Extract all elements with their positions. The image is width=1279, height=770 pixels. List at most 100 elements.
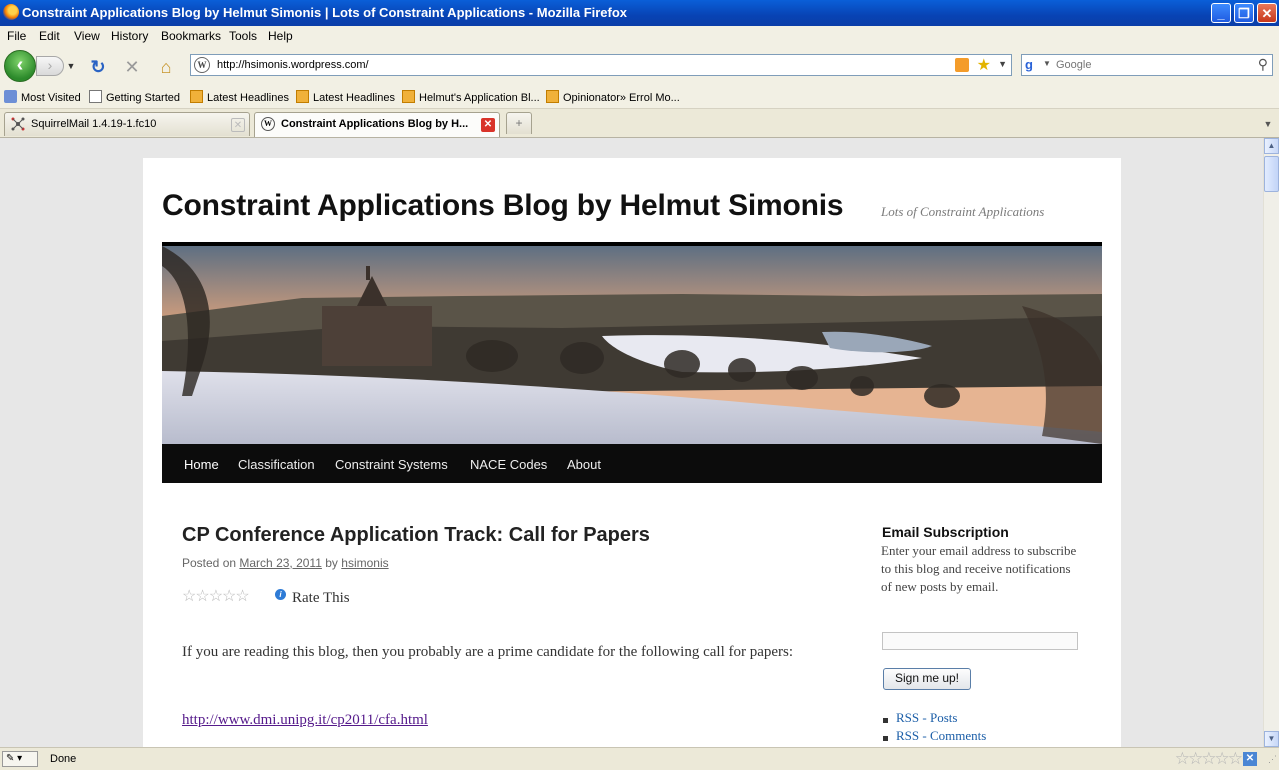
engine-dropdown-icon[interactable]: ▼ bbox=[1043, 59, 1051, 68]
rss-posts-link[interactable]: RSS - Posts bbox=[896, 710, 957, 726]
url-dropdown-icon[interactable]: ▼ bbox=[998, 59, 1007, 69]
close-tab-icon[interactable]: ✕ bbox=[481, 118, 495, 132]
scroll-down-icon[interactable]: ▼ bbox=[1264, 731, 1279, 747]
wordpress-favicon-icon: W bbox=[194, 57, 210, 73]
tab-list-dropdown-icon[interactable]: ▼ bbox=[1261, 115, 1275, 133]
navigation-toolbar: ‹ › ▼ ↻ ✕ ⌂ W http://hsimonis.wordpress.… bbox=[0, 46, 1279, 86]
bookmark-most-visited[interactable]: Most Visited bbox=[4, 90, 81, 104]
post-date-link[interactable]: March 23, 2011 bbox=[239, 556, 322, 570]
scrollbar-thumb[interactable] bbox=[1264, 156, 1279, 192]
post-title[interactable]: CP Conference Application Track: Call fo… bbox=[182, 524, 650, 547]
email-subscription-text: Enter your email address to subscribe to… bbox=[881, 543, 1077, 594]
stop-button[interactable]: ✕ bbox=[121, 56, 143, 78]
close-button[interactable]: ✕ bbox=[1257, 3, 1277, 23]
addon-rating-stars-icon[interactable]: ☆☆☆☆☆ bbox=[1175, 749, 1243, 769]
nav-nace-codes[interactable]: NACE Codes bbox=[470, 457, 547, 472]
most-visited-icon bbox=[4, 90, 17, 103]
bookmark-opinionator[interactable]: Opinionator» Errol Mo... bbox=[546, 90, 680, 104]
rss-feed-icon[interactable] bbox=[955, 58, 969, 72]
rss-icon bbox=[546, 90, 559, 103]
menu-view[interactable]: View bbox=[74, 29, 100, 43]
status-text: Done bbox=[50, 753, 77, 765]
title-bar: Constraint Applications Blog by Helmut S… bbox=[0, 0, 1279, 26]
history-dropdown-icon[interactable]: ▼ bbox=[65, 57, 77, 75]
email-field[interactable] bbox=[882, 632, 1078, 650]
url-text[interactable]: http://hsimonis.wordpress.com/ bbox=[217, 59, 369, 71]
sign-me-up-button[interactable]: Sign me up! bbox=[883, 668, 971, 690]
firefox-logo-icon bbox=[3, 4, 19, 20]
tab-label: Constraint Applications Blog by H... bbox=[281, 118, 469, 130]
wordpress-icon: W bbox=[261, 117, 275, 131]
vertical-scrollbar[interactable]: ▲ ▼ bbox=[1263, 138, 1279, 747]
menu-file[interactable]: File bbox=[7, 29, 26, 43]
main-navigation: Home Classification Constraint Systems N… bbox=[162, 444, 1102, 483]
google-engine-icon[interactable]: g bbox=[1025, 57, 1041, 73]
reload-button[interactable]: ↻ bbox=[87, 56, 109, 78]
email-subscription-title: Email Subscription bbox=[882, 524, 1009, 540]
site-description: Lots of Constraint Applications bbox=[881, 204, 1045, 219]
maximize-button[interactable]: ❐ bbox=[1234, 3, 1254, 23]
close-tab-icon[interactable]: ✕ bbox=[231, 118, 245, 132]
tab-label: SquirrelMail 1.4.19-1.fc10 bbox=[31, 118, 157, 130]
star-icon[interactable]: ☆ bbox=[182, 588, 196, 605]
by-label: by bbox=[325, 556, 338, 570]
star-icon[interactable]: ☆ bbox=[235, 588, 249, 605]
nav-classification[interactable]: Classification bbox=[238, 457, 315, 472]
bookmark-latest-headlines-2[interactable]: Latest Headlines bbox=[296, 90, 395, 104]
menu-bookmarks[interactable]: Bookmarks bbox=[161, 29, 221, 43]
page-icon bbox=[89, 90, 102, 103]
rate-this-label: Rate This bbox=[292, 590, 350, 606]
site-title[interactable]: Constraint Applications Blog by Helmut S… bbox=[162, 189, 844, 223]
star-icon[interactable]: ☆ bbox=[222, 588, 236, 605]
tab-constraint-blog[interactable]: W Constraint Applications Blog by H... ✕ bbox=[254, 112, 500, 137]
menu-edit[interactable]: Edit bbox=[39, 29, 60, 43]
nav-home[interactable]: Home bbox=[184, 457, 219, 472]
list-bullet bbox=[883, 736, 888, 741]
minimize-button[interactable]: _ bbox=[1211, 3, 1231, 23]
bookmarks-toolbar: Most Visited Getting Started Latest Head… bbox=[0, 86, 1279, 109]
status-bar: ✎ ▾ Done ☆☆☆☆☆ ✕ ⋰ bbox=[0, 747, 1279, 770]
search-icon[interactable]: ⚲ bbox=[1258, 56, 1268, 73]
home-button[interactable]: ⌂ bbox=[155, 56, 177, 78]
menu-tools[interactable]: Tools bbox=[229, 29, 257, 43]
rss-comments-link[interactable]: RSS - Comments bbox=[896, 728, 986, 744]
info-icon[interactable]: i bbox=[275, 589, 286, 600]
post-meta: Posted on March 23, 2011 by hsimonis bbox=[182, 556, 389, 570]
menu-help[interactable]: Help bbox=[268, 29, 293, 43]
menu-bar: File Edit View History Bookmarks Tools H… bbox=[0, 26, 1279, 46]
nav-about[interactable]: About bbox=[567, 457, 601, 472]
rss-icon bbox=[402, 90, 415, 103]
bookmark-star-icon[interactable]: ★ bbox=[977, 55, 991, 75]
squirrelmail-icon bbox=[11, 117, 25, 131]
star-icon[interactable]: ☆ bbox=[209, 588, 223, 605]
rss-icon bbox=[190, 90, 203, 103]
bookmark-helmut-blog[interactable]: Helmut's Application Bl... bbox=[402, 90, 540, 104]
resize-grip-icon[interactable]: ⋰ bbox=[1268, 754, 1277, 765]
search-bar: g ▼ ⚲ bbox=[1021, 54, 1273, 76]
page-viewport: Constraint Applications Blog by Helmut S… bbox=[0, 138, 1263, 747]
cfa-link[interactable]: http://www.dmi.unipg.it/cp2011/cfa.html bbox=[182, 712, 428, 729]
header-image bbox=[162, 242, 1102, 444]
posted-on-label: Posted on bbox=[182, 556, 237, 570]
window-title: Constraint Applications Blog by Helmut S… bbox=[22, 5, 628, 20]
forward-button[interactable]: › bbox=[36, 56, 64, 76]
star-icon[interactable]: ☆ bbox=[195, 588, 209, 605]
back-button[interactable]: ‹ bbox=[4, 50, 36, 82]
search-input[interactable] bbox=[1056, 57, 1246, 73]
pen-tool-icon[interactable]: ✎ ▾ bbox=[2, 751, 38, 767]
bookmark-getting-started[interactable]: Getting Started bbox=[89, 90, 180, 104]
tab-squirrelmail[interactable]: SquirrelMail 1.4.19-1.fc10 ✕ bbox=[4, 112, 250, 136]
snowy-landscape-image bbox=[162, 246, 1102, 444]
tab-bar: SquirrelMail 1.4.19-1.fc10 ✕ W Constrain… bbox=[0, 109, 1279, 138]
bookmark-latest-headlines[interactable]: Latest Headlines bbox=[190, 90, 289, 104]
new-tab-button[interactable]: + bbox=[506, 112, 532, 134]
scroll-up-icon[interactable]: ▲ bbox=[1264, 138, 1279, 154]
rating-stars[interactable]: ☆☆☆☆☆ bbox=[182, 586, 250, 606]
rss-icon bbox=[296, 90, 309, 103]
addon-close-icon[interactable]: ✕ bbox=[1243, 752, 1257, 766]
author-link[interactable]: hsimonis bbox=[341, 556, 388, 570]
nav-constraint-systems[interactable]: Constraint Systems bbox=[335, 457, 448, 472]
list-bullet bbox=[883, 718, 888, 723]
url-bar[interactable]: W http://hsimonis.wordpress.com/ ★ ▼ bbox=[190, 54, 1012, 76]
menu-history[interactable]: History bbox=[111, 29, 148, 43]
